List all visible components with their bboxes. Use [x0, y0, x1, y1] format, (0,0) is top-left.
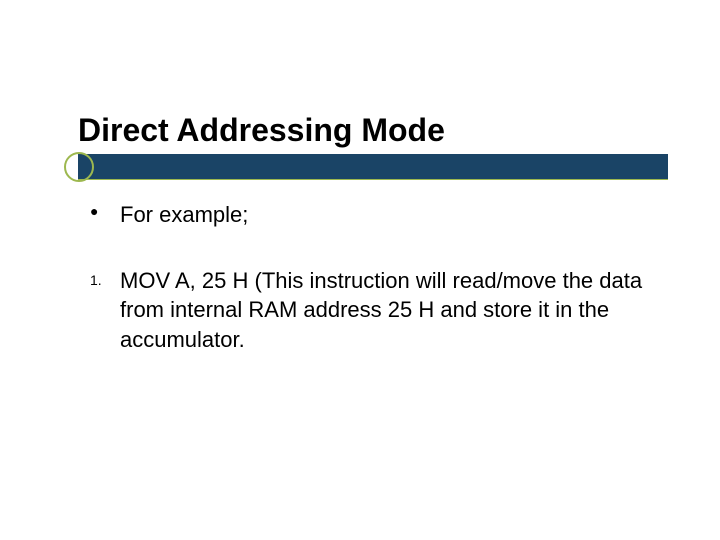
- numbered-marker: 1.: [90, 266, 120, 294]
- bullet-item: ● For example;: [90, 200, 660, 230]
- numbered-text: MOV A, 25 H (This instruction will read/…: [120, 266, 660, 355]
- slide-title: Direct Addressing Mode: [78, 112, 680, 149]
- title-area: Direct Addressing Mode: [78, 112, 680, 155]
- accent-circle-icon: [64, 152, 94, 182]
- bullet-marker-icon: ●: [90, 200, 120, 224]
- slide: Direct Addressing Mode ● For example; 1.…: [0, 0, 720, 540]
- numbered-item: 1. MOV A, 25 H (This instruction will re…: [90, 266, 660, 355]
- content-area: ● For example; 1. MOV A, 25 H (This inst…: [90, 200, 660, 391]
- bullet-text: For example;: [120, 200, 660, 230]
- title-underline-bar: [78, 154, 668, 180]
